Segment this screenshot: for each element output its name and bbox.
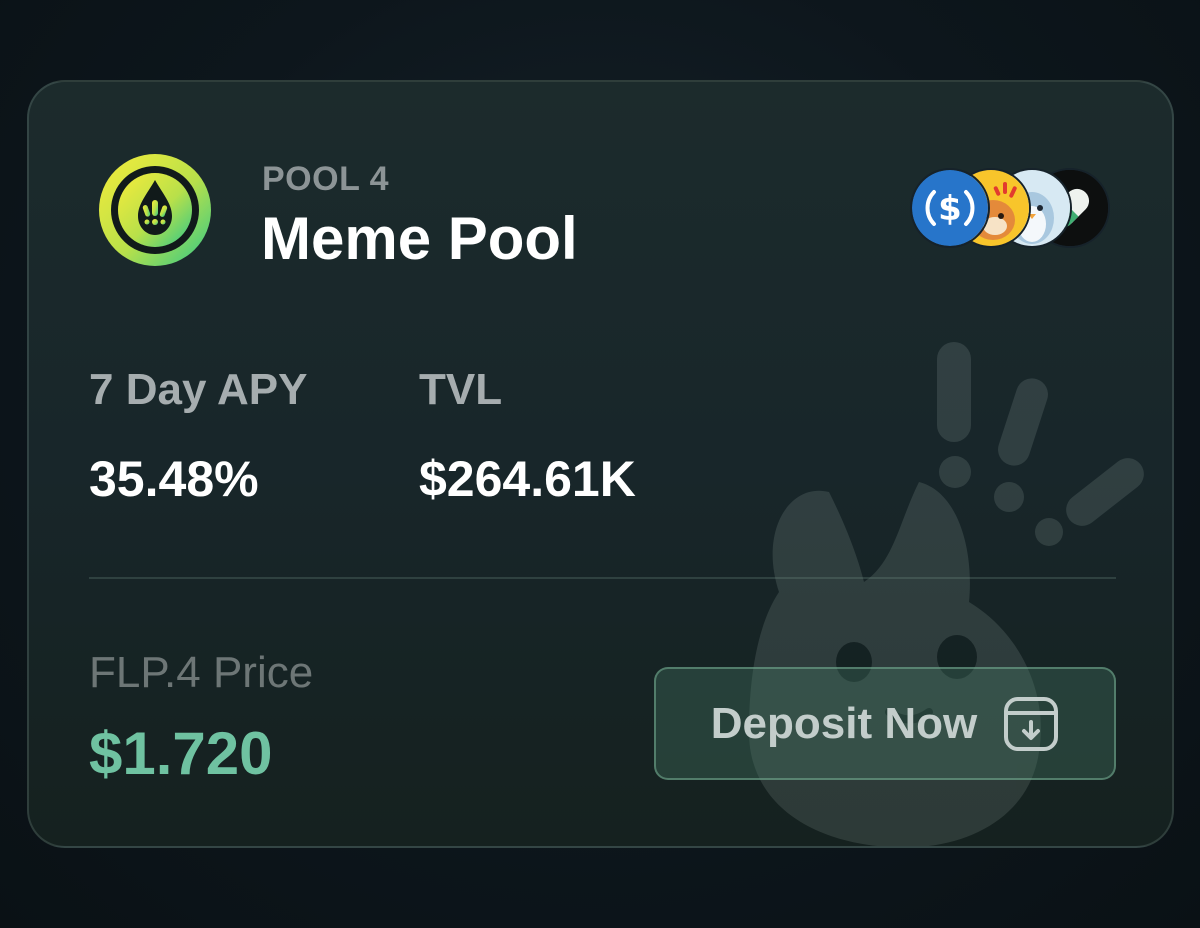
svg-text:$: $ (938, 189, 962, 229)
tvl-value: $264.61K (419, 451, 636, 507)
pool-name-title: Meme Pool (261, 205, 578, 272)
flp-price-label: FLP.4 Price (89, 648, 314, 697)
pool-logo-icon (99, 154, 211, 266)
deposit-now-button[interactable]: Deposit Now (654, 667, 1116, 780)
flp-price-value: $1.720 (89, 720, 273, 787)
deposit-icon (1004, 696, 1059, 751)
apy-value: 35.48% (89, 451, 259, 507)
pool-token-icons: $ (910, 168, 1120, 248)
section-divider (89, 577, 1116, 579)
pool-card[interactable]: POOL 4 Meme Pool $ 7 Day APY 35.48% TVL … (27, 80, 1174, 848)
usdc-icon: $ (910, 168, 990, 248)
tvl-label: TVL (419, 365, 503, 414)
apy-label: 7 Day APY (89, 365, 308, 414)
pool-number-label: POOL 4 (262, 160, 390, 198)
deposit-now-label: Deposit Now (710, 698, 978, 748)
